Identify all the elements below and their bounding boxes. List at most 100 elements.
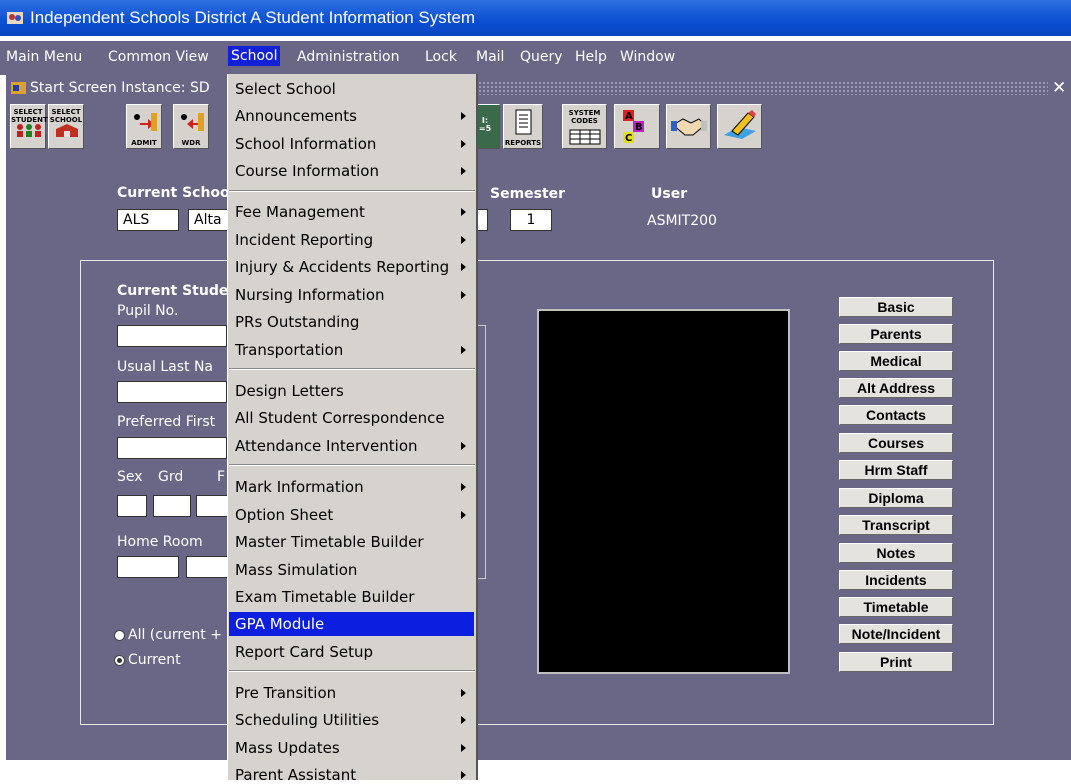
incidents-button[interactable]: Incidents (839, 570, 953, 590)
semester-field[interactable]: 1 (510, 209, 552, 231)
menu-separator (229, 670, 475, 672)
codes-grid-icon (569, 129, 601, 145)
handshake-button[interactable] (666, 104, 711, 149)
school-icon (56, 124, 78, 137)
last-name-field[interactable] (117, 381, 227, 403)
edit-button[interactable] (717, 104, 762, 149)
current-student-label: Current Studen (117, 283, 239, 299)
admit-button[interactable]: ADMIT (126, 104, 162, 149)
basic-button[interactable]: Basic (839, 297, 953, 317)
submenu-arrow-icon (461, 167, 466, 175)
menu-item-select-school[interactable]: Select School (235, 80, 336, 98)
svg-text:A: A (625, 111, 633, 122)
menu-item-gpa-module[interactable]: GPA Module (235, 615, 324, 633)
submenu-arrow-icon (461, 263, 466, 271)
select-school-label: SELECT SCHOOL (49, 108, 83, 124)
menu-item-report-card-setup[interactable]: Report Card Setup (235, 643, 373, 661)
sex-field[interactable] (117, 495, 147, 517)
students-icon (17, 124, 41, 137)
app-icon (7, 12, 23, 24)
print-button[interactable]: Print (839, 652, 953, 672)
menu-help[interactable]: Help (575, 49, 607, 65)
start-screen-title: Start Screen Instance: SD (30, 80, 210, 96)
submenu-arrow-icon (461, 112, 466, 120)
system-codes-button[interactable]: SYSTEM CODES (562, 104, 607, 149)
menu-common-view[interactable]: Common View (108, 49, 209, 65)
radio-current[interactable] (114, 655, 125, 666)
home-room-field[interactable] (117, 556, 179, 578)
medical-button[interactable]: Medical (839, 351, 953, 371)
menu-lock[interactable]: Lock (425, 49, 457, 65)
school-code-field[interactable]: ALS (117, 209, 179, 231)
grade-field[interactable] (153, 495, 191, 517)
school-name-field[interactable]: Alta (188, 209, 228, 231)
select-student-label: SELECT STUDENT (11, 108, 48, 124)
menu-school[interactable]: School (228, 46, 281, 66)
alt-address-button[interactable]: Alt Address (839, 378, 953, 398)
parents-button[interactable]: Parents (839, 324, 953, 344)
select-school-button[interactable]: SELECT SCHOOL (48, 104, 84, 149)
menu-item-exam-timetable-builder[interactable]: Exam Timetable Builder (235, 588, 414, 606)
menu-item-incident-reporting[interactable]: Incident Reporting (235, 231, 373, 249)
radio-current-label: Current (128, 652, 181, 668)
pupil-no-label: Pupil No. (117, 303, 179, 319)
menu-item-master-timetable-builder[interactable]: Master Timetable Builder (235, 533, 424, 551)
pupil-no-field[interactable] (117, 325, 227, 347)
menu-item-transportation[interactable]: Transportation (235, 341, 343, 359)
transcript-button[interactable]: Transcript (839, 515, 953, 535)
diploma-button[interactable]: Diploma (839, 488, 953, 508)
contacts-button[interactable]: Contacts (839, 405, 953, 425)
wdr-button[interactable]: WDR (173, 104, 209, 149)
withdraw-icon (181, 113, 204, 131)
first-name-field[interactable] (117, 437, 227, 459)
menu-item-parent-assistant[interactable]: Parent Assistant (235, 766, 356, 784)
radio-all[interactable] (114, 630, 125, 641)
submenu-arrow-icon (461, 689, 466, 697)
menu-administration[interactable]: Administration (297, 49, 399, 65)
select-student-button[interactable]: SELECT STUDENT (10, 104, 48, 149)
menu-item-mass-simulation[interactable]: Mass Simulation (235, 561, 357, 579)
sex-label: Sex (117, 469, 143, 485)
submenu-arrow-icon (461, 744, 466, 752)
school-year-field[interactable] (478, 209, 488, 231)
admit-label: ADMIT (131, 139, 157, 147)
menu-window[interactable]: Window (620, 49, 675, 65)
usual-last-name-label: Usual Last Na (117, 359, 213, 375)
submenu-arrow-icon (461, 442, 466, 450)
menu-item-attendance-intervention[interactable]: Attendance Intervention (235, 437, 418, 455)
menu-item-scheduling-utilities[interactable]: Scheduling Utilities (235, 711, 379, 729)
menu-item-fee-management[interactable]: Fee Management (235, 203, 365, 221)
menu-item-option-sheet[interactable]: Option Sheet (235, 506, 333, 524)
menu-item-pre-transition[interactable]: Pre Transition (235, 684, 336, 702)
home-room-field-2[interactable] (186, 556, 230, 578)
reports-button[interactable]: REPORTS (503, 104, 543, 149)
student-photo (537, 309, 790, 674)
window-title: Independent Schools District A Student I… (30, 8, 476, 27)
menu-main-menu[interactable]: Main Menu (6, 49, 82, 65)
menu-item-all-student-correspondence[interactable]: All Student Correspondence (235, 409, 445, 427)
f-field[interactable] (196, 495, 230, 517)
abc-button[interactable]: ABC (614, 104, 660, 149)
menu-item-mark-information[interactable]: Mark Information (235, 478, 364, 496)
close-icon[interactable]: ✕ (1052, 78, 1066, 98)
notes-button[interactable]: Notes (839, 543, 953, 563)
menu-item-nursing-information[interactable]: Nursing Information (235, 286, 385, 304)
hrm-staff-button[interactable]: Hrm Staff (839, 460, 953, 480)
menu-item-announcements[interactable]: Announcements (235, 107, 357, 125)
semester-label: Semester (490, 186, 566, 202)
timetable-button[interactable]: Timetable (839, 597, 953, 617)
menu-item-design-letters[interactable]: Design Letters (235, 382, 344, 400)
home-room-label: Home Room (117, 534, 203, 550)
menu-item-prs-outstanding[interactable]: PRs Outstanding (235, 313, 359, 331)
menu-item-school-information[interactable]: School Information (235, 135, 376, 153)
current-school-label: Current School (117, 185, 235, 201)
note-incident-button[interactable]: Note/Incident (839, 624, 953, 644)
menu-item-injury-accidents[interactable]: Injury & Accidents Reporting (235, 258, 449, 276)
menu-item-course-information[interactable]: Course Information (235, 162, 379, 180)
submenu-arrow-icon (461, 771, 466, 779)
menu-query[interactable]: Query (520, 49, 563, 65)
courses-button[interactable]: Courses (839, 433, 953, 453)
menu-mail[interactable]: Mail (476, 49, 504, 65)
form-icon (11, 82, 26, 94)
menu-item-mass-updates[interactable]: Mass Updates (235, 739, 340, 757)
